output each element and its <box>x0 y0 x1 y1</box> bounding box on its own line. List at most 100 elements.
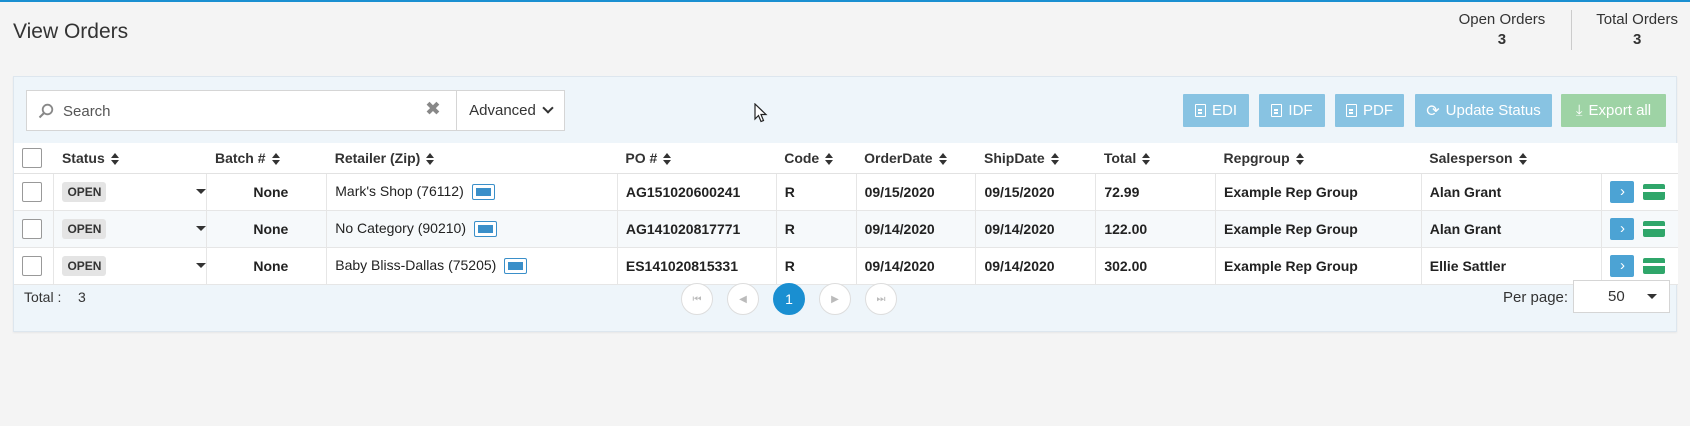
column-header-repgroup[interactable]: Repgroup <box>1215 143 1422 174</box>
retailer-cell: Mark's Shop (76112) <box>326 173 618 211</box>
pdf-label: PDF <box>1363 102 1393 119</box>
sort-icon <box>1518 153 1527 166</box>
status-badge: OPEN <box>62 218 107 239</box>
column-header-retailer[interactable]: Retailer (Zip) <box>326 143 618 174</box>
per-page-value: 50 <box>1608 288 1625 305</box>
row-checkbox[interactable] <box>22 181 42 202</box>
update-status-button[interactable]: ⟳ Update Status <box>1415 94 1552 127</box>
open-orders-label: Open Orders <box>1458 11 1546 28</box>
export-all-button[interactable]: ⤓ Export all <box>1561 94 1666 127</box>
export-all-label: Export all <box>1588 102 1652 119</box>
contact-card-icon[interactable] <box>474 221 497 238</box>
update-status-label: Update Status <box>1445 102 1541 119</box>
contact-card-icon[interactable] <box>471 184 495 201</box>
prev-page-icon: ◀ <box>739 293 747 305</box>
search-icon <box>38 103 54 119</box>
repgroup-cell: Example Rep Group <box>1215 173 1422 211</box>
first-page-button[interactable]: ⏮ <box>681 283 713 315</box>
table-row[interactable]: OPEN None Mark's Shop (76112) AG15102060… <box>14 173 1678 211</box>
po-cell: AG141020817771 <box>617 210 777 248</box>
sort-icon <box>426 153 435 166</box>
table-row[interactable]: OPEN None No Category (90210) AG14102081… <box>14 210 1678 248</box>
credit-card-icon[interactable] <box>1643 257 1666 274</box>
total-cell: 122.00 <box>1095 210 1217 248</box>
total-orders-label: Total Orders <box>1596 11 1678 28</box>
page-title: View Orders <box>13 20 129 43</box>
per-page-label: Per page: <box>1503 289 1569 306</box>
sort-icon <box>938 153 947 166</box>
next-page-button[interactable]: ▶ <box>819 283 851 315</box>
batch-cell: None <box>206 210 328 248</box>
total-orders-stat: Total Orders 3 <box>1572 10 1690 50</box>
column-header-po[interactable]: PO # <box>617 143 777 174</box>
mouse-cursor-icon <box>754 103 768 123</box>
edi-button[interactable]: EDI <box>1183 94 1249 127</box>
actions-cell: › <box>1601 173 1678 211</box>
caret-down-icon <box>1647 294 1657 299</box>
column-header-code[interactable]: Code <box>776 143 857 174</box>
sort-icon <box>1050 153 1059 166</box>
file-code-icon <box>1194 104 1206 117</box>
advanced-search-button[interactable]: Advanced <box>457 90 565 131</box>
pdf-button[interactable]: PDF <box>1335 94 1404 127</box>
open-orders-count: 3 <box>1497 31 1507 48</box>
credit-card-icon[interactable] <box>1643 220 1666 237</box>
status-cell[interactable]: OPEN <box>53 173 208 211</box>
total-orders-count: 3 <box>1632 31 1642 48</box>
caret-down-icon[interactable] <box>196 226 207 232</box>
sort-icon <box>1295 153 1304 166</box>
toolbar: ✖ Advanced EDI IDF PDF ⟳ Update Status ⤓… <box>14 77 1676 143</box>
batch-cell: None <box>206 173 328 211</box>
credit-card-icon[interactable] <box>1643 183 1666 200</box>
sort-icon <box>663 153 672 166</box>
open-orders-stat: Open Orders 3 <box>1447 10 1573 50</box>
clear-search-icon[interactable]: ✖ <box>425 99 441 121</box>
po-cell: AG151020600241 <box>617 173 777 211</box>
retailer-cell: No Category (90210) <box>326 210 618 248</box>
total-cell: 72.99 <box>1095 173 1217 211</box>
column-header-order-date[interactable]: OrderDate <box>856 143 976 174</box>
table-footer: Total : 3 ⏮ ◀ 1 ▶ ⏭ Per page: 50 <box>14 273 1676 329</box>
chevron-down-icon <box>542 102 554 114</box>
caret-down-icon[interactable] <box>196 189 207 195</box>
column-header-total[interactable]: Total <box>1095 143 1216 174</box>
row-select-cell <box>14 173 55 211</box>
salesperson-cell: Alan Grant <box>1421 173 1603 211</box>
order-date-cell: 09/15/2020 <box>856 173 977 211</box>
last-page-icon: ⏭ <box>876 293 886 305</box>
column-header-status[interactable]: Status <box>53 143 207 174</box>
last-page-button[interactable]: ⏭ <box>865 283 897 315</box>
column-header-actions <box>1601 143 1678 174</box>
caret-down-icon[interactable] <box>196 263 207 269</box>
retailer-name: Baby Bliss-Dallas (75205) <box>335 256 497 273</box>
view-order-button[interactable]: › <box>1610 217 1635 240</box>
edi-label: EDI <box>1211 102 1237 119</box>
actions-cell: › <box>1601 210 1678 248</box>
page-button-current[interactable]: 1 <box>773 283 805 315</box>
idf-button[interactable]: IDF <box>1259 94 1325 127</box>
orders-table: Status Batch # Retailer (Zip) PO # Code … <box>14 143 1678 285</box>
row-checkbox[interactable] <box>22 218 42 239</box>
file-code-icon <box>1271 104 1283 117</box>
search-input[interactable] <box>63 97 413 125</box>
sort-icon <box>1142 153 1151 166</box>
contact-card-icon[interactable] <box>504 258 528 275</box>
view-order-button[interactable]: › <box>1610 180 1635 203</box>
download-icon: ⤓ <box>1575 102 1583 119</box>
select-all-checkbox[interactable] <box>22 147 42 168</box>
status-cell[interactable]: OPEN <box>53 210 208 248</box>
column-header-batch[interactable]: Batch # <box>206 143 327 174</box>
select-all-cell <box>14 143 54 174</box>
total-value: 3 <box>78 289 86 305</box>
refresh-icon: ⟳ <box>1426 102 1440 120</box>
column-header-ship-date[interactable]: ShipDate <box>975 143 1096 174</box>
per-page-select[interactable]: 50 <box>1573 280 1670 313</box>
retailer-name: Mark's Shop (76112) <box>335 182 464 199</box>
order-date-cell: 09/14/2020 <box>856 210 977 248</box>
prev-page-button[interactable]: ◀ <box>727 283 759 315</box>
code-cell: R <box>776 173 857 211</box>
repgroup-cell: Example Rep Group <box>1215 210 1422 248</box>
sort-icon <box>271 153 280 166</box>
status-badge: OPEN <box>62 181 107 202</box>
column-header-salesperson[interactable]: Salesperson <box>1421 143 1602 174</box>
